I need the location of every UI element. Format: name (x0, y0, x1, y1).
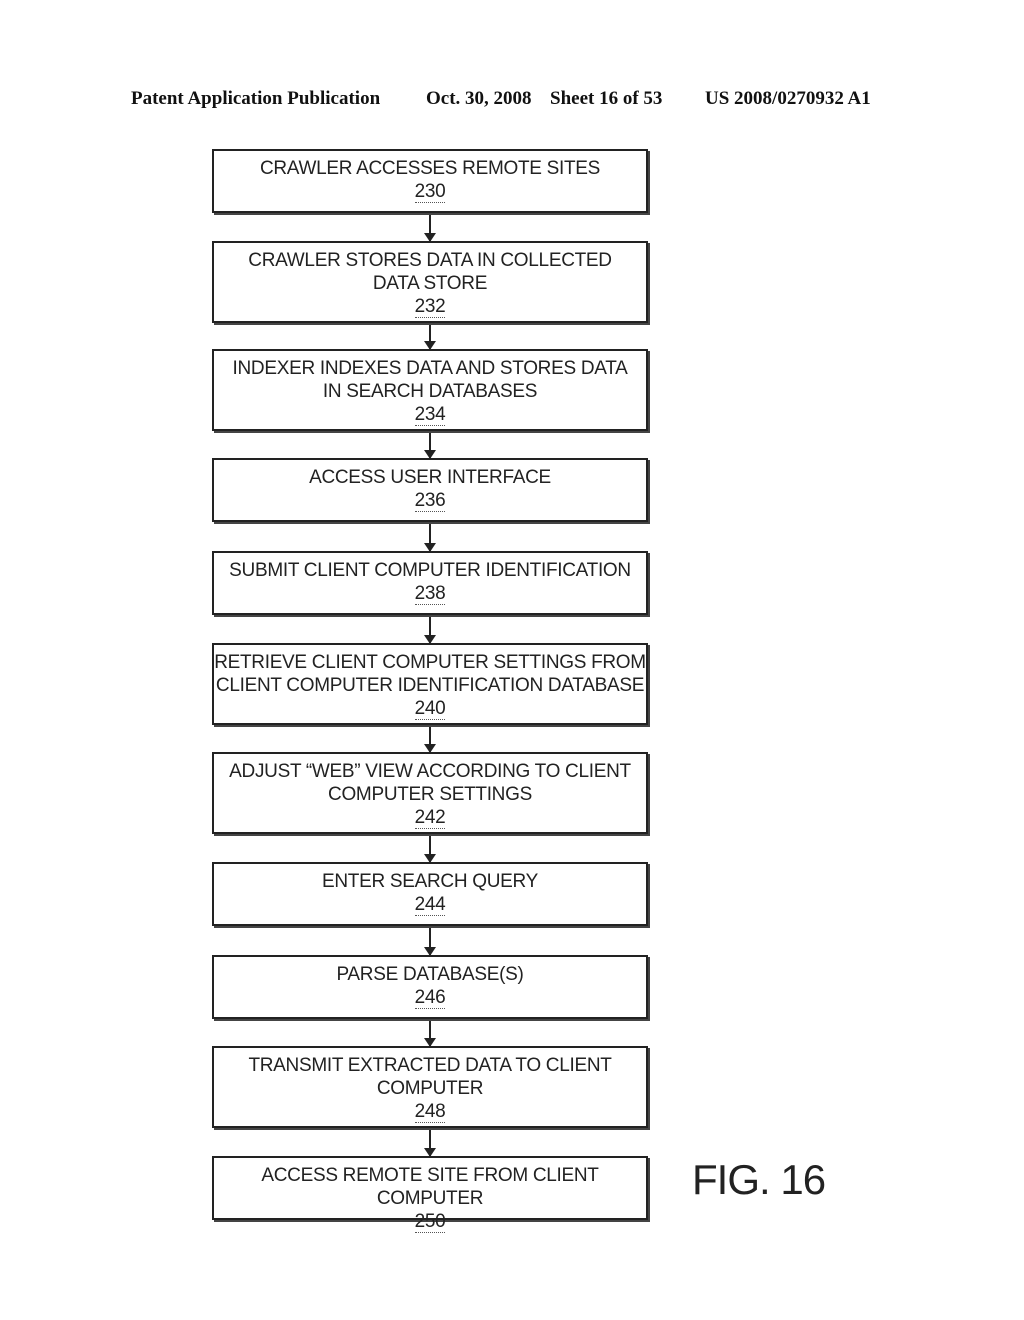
process-step-box: TRANSMIT EXTRACTED DATA TO CLIENT COMPUTE… (212, 1046, 648, 1128)
step-text: ADJUST “WEB” VIEW ACCORDING TO CLIENT (229, 761, 631, 782)
step-reference-number: 238 (414, 583, 446, 605)
flow-arrow-icon (424, 617, 436, 644)
step-text: CRAWLER ACCESSES REMOTE SITES (259, 158, 601, 179)
flow-arrow-icon (424, 433, 436, 459)
step-text: ENTER SEARCH QUERY (322, 871, 538, 892)
step-text: INDEXER INDEXES DATA AND STORES DATA (232, 358, 628, 379)
step-text: CRAWLER STORES DATA IN COLLECTED (248, 250, 612, 271)
process-step-box: CRAWLER STORES DATA IN COLLECTED DATA STO… (212, 241, 648, 323)
step-text: IN SEARCH DATABASES (322, 381, 538, 402)
step-reference-number: 232 (414, 296, 446, 318)
process-step-box: SUBMIT CLIENT COMPUTER IDENTIFICATION 238 (212, 551, 648, 615)
step-reference-number: 236 (414, 490, 446, 512)
step-text: ACCESS REMOTE SITE FROM CLIENT COMPUTER (261, 1165, 599, 1209)
flow-arrow-icon (424, 1021, 436, 1047)
step-text: DATA STORE (372, 273, 488, 294)
step-reference-number: 234 (414, 404, 446, 426)
flow-arrow-icon (424, 1130, 436, 1157)
process-step-box: PARSE DATABASE(S) 246 (212, 955, 648, 1019)
publication-label: Patent Application Publication (131, 88, 381, 109)
step-text: RETRIEVE CLIENT COMPUTER SETTINGS FROM (214, 652, 646, 673)
process-step-box: INDEXER INDEXES DATA AND STORES DATA IN S… (212, 349, 648, 431)
publication-date: Oct. 30, 2008 (426, 88, 532, 109)
step-reference-number: 250 (414, 1211, 446, 1233)
flow-arrow-icon (424, 727, 436, 753)
step-text: TRANSMIT EXTRACTED DATA TO CLIENT (248, 1055, 612, 1076)
step-reference-number: 230 (414, 181, 446, 203)
process-step-box: ENTER SEARCH QUERY 244 (212, 862, 648, 926)
flow-arrow-icon (424, 928, 436, 956)
step-reference-number: 242 (414, 807, 446, 829)
step-reference-number: 248 (414, 1101, 446, 1123)
flow-arrow-icon (424, 524, 436, 552)
process-step-box: ACCESS REMOTE SITE FROM CLIENT COMPUTER 2… (212, 1156, 648, 1233)
patent-number: US 2008/0270932 A1 (705, 88, 871, 109)
patent-header: Patent Application Publication Oct. 30, … (0, 88, 1024, 114)
flow-arrow-icon (424, 325, 436, 350)
step-text: ACCESS USER INTERFACE (309, 467, 551, 488)
step-text: PARSE DATABASE(S) (336, 964, 524, 985)
step-reference-number: 246 (414, 987, 446, 1009)
process-step-box: ACCESS USER INTERFACE 236 (212, 458, 648, 522)
flow-arrow-icon (424, 836, 436, 863)
step-text: COMPUTER (376, 1078, 484, 1099)
step-reference-number: 244 (414, 894, 446, 916)
flow-arrow-icon (424, 215, 436, 242)
step-text: COMPUTER SETTINGS (328, 784, 532, 805)
figure-label: FIG. 16 (692, 1156, 826, 1203)
step-text: SUBMIT CLIENT COMPUTER IDENTIFICATION (229, 560, 631, 581)
step-text: CLIENT COMPUTER IDENTIFICATION DATABASE (215, 675, 645, 696)
process-step-box: RETRIEVE CLIENT COMPUTER SETTINGS FROM CL… (212, 643, 648, 725)
process-step-box: ADJUST “WEB” VIEW ACCORDING TO CLIENT COM… (212, 752, 648, 834)
sheet-number: Sheet 16 of 53 (550, 88, 663, 109)
process-step-box: CRAWLER ACCESSES REMOTE SITES 230 (212, 149, 648, 213)
step-reference-number: 240 (414, 698, 446, 720)
